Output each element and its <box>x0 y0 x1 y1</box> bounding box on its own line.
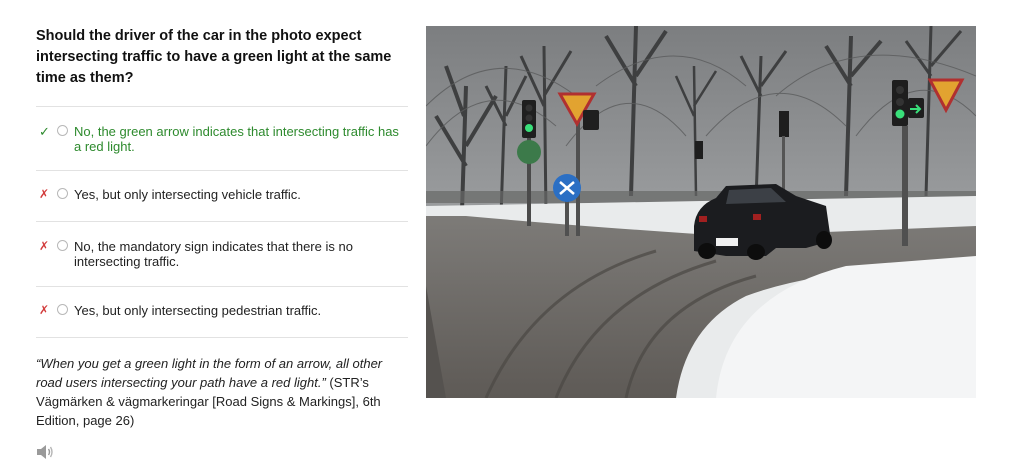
answer-options: ✓ No, the green arrow indicates that int… <box>36 106 408 338</box>
answer-text: Yes, but only intersecting vehicle traff… <box>74 187 301 202</box>
green-light <box>525 124 533 132</box>
radio-button[interactable] <box>57 188 68 199</box>
answer-option-4[interactable]: ✗ Yes, but only intersecting pedestrian … <box>36 287 408 338</box>
explanation: “When you get a green light in the form … <box>36 354 408 430</box>
question-text: Should the driver of the car in the phot… <box>36 28 392 86</box>
quiz-panel: Should the driver of the car in the phot… <box>36 26 408 430</box>
radio-button[interactable] <box>57 304 68 315</box>
answer-option-2[interactable]: ✗ Yes, but only intersecting vehicle tra… <box>36 171 408 222</box>
answer-text: No, the green arrow indicates that inter… <box>74 124 399 154</box>
question-photo <box>426 26 976 398</box>
answer-option-3[interactable]: ✗ No, the mandatory sign indicates that … <box>36 222 408 287</box>
answer-text: No, the mandatory sign indicates that th… <box>74 239 353 269</box>
winter-intersection-photo <box>426 26 976 398</box>
checkmark-icon: ✓ <box>39 124 50 139</box>
cross-icon: ✗ <box>39 239 50 253</box>
cross-icon: ✗ <box>39 303 50 317</box>
cross-icon: ✗ <box>39 187 50 201</box>
speaker-icon[interactable] <box>36 444 54 460</box>
radio-button[interactable] <box>57 125 68 136</box>
answer-option-1[interactable]: ✓ No, the green arrow indicates that int… <box>36 107 408 171</box>
answer-text: Yes, but only intersecting pedestrian tr… <box>74 303 322 318</box>
radio-button[interactable] <box>57 240 68 251</box>
